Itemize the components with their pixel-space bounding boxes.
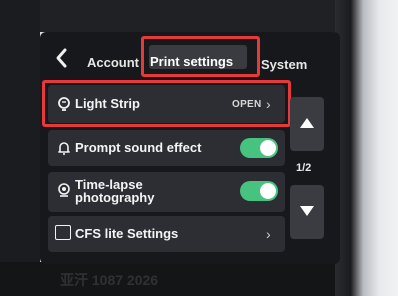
tab-highlight-box xyxy=(141,36,260,77)
timelapse-toggle[interactable] xyxy=(240,181,278,201)
chevron-left-icon xyxy=(56,48,67,68)
triangle-down-icon xyxy=(300,206,314,216)
camera-icon xyxy=(56,182,72,198)
page-indicator: 1/2 xyxy=(296,162,312,174)
prompt-sound-toggle[interactable] xyxy=(240,138,278,158)
device-bezel-right xyxy=(335,0,398,296)
light-strip-highlight-box xyxy=(42,80,291,127)
tab-account[interactable]: Account xyxy=(87,54,139,72)
timelapse-label-line2: photography xyxy=(75,190,155,205)
watermark-text: 亚汗 1087 2026 xyxy=(60,272,159,288)
tab-system[interactable]: System xyxy=(261,56,307,74)
triangle-up-icon xyxy=(300,118,314,128)
chevron-right-icon: › xyxy=(266,226,271,242)
back-button[interactable] xyxy=(52,46,72,70)
cfs-lite-settings-label: CFS lite Settings xyxy=(75,226,179,241)
cfs-icon xyxy=(55,225,71,240)
page-up-button[interactable] xyxy=(290,97,324,151)
toggle-knob xyxy=(260,183,276,199)
page-down-button[interactable] xyxy=(290,185,324,239)
prompt-sound-label: Prompt sound effect xyxy=(75,140,202,155)
device-bezel-left xyxy=(0,0,40,296)
toggle-knob xyxy=(260,140,276,156)
bell-icon xyxy=(56,140,72,156)
